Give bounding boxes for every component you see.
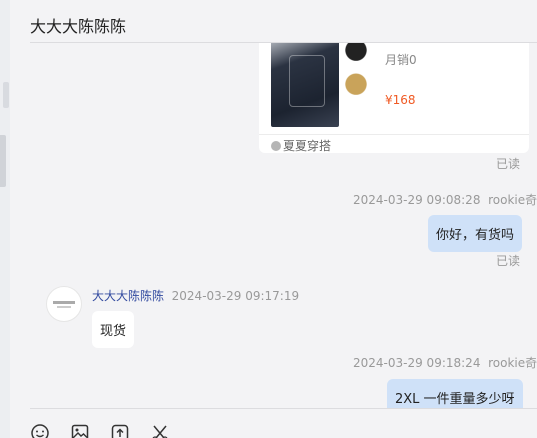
chat-title: 大大大陈陈陈	[30, 17, 127, 36]
message-timestamp: 2024-03-29 09:08:28	[353, 193, 481, 207]
read-receipt: 已读	[496, 157, 521, 171]
product-image[interactable]	[271, 43, 339, 127]
message-timestamp: 2024-03-29 09:18:24	[353, 356, 481, 370]
shop-icon	[271, 141, 281, 151]
message-meta: 2024-03-29 09:18:24 rookie奇	[353, 354, 537, 371]
scissors-icon[interactable]	[150, 423, 170, 438]
card-divider	[259, 134, 529, 135]
input-toolbar	[30, 408, 537, 438]
chat-header: 大大大陈陈陈	[30, 0, 537, 43]
product-price: ¥168	[385, 93, 416, 107]
message-sender: rookie奇	[488, 356, 537, 370]
message-meta: 2024-03-29 09:08:28 rookie奇	[353, 191, 537, 208]
incoming-meta: 大大大陈陈陈 2024-03-29 09:17:19	[92, 287, 299, 304]
upload-icon[interactable]	[110, 423, 130, 438]
avatar-logo-text	[57, 306, 71, 308]
incoming-message-bubble[interactable]: 现货	[92, 311, 135, 348]
message-timestamp: 2024-03-29 09:17:19	[171, 289, 300, 303]
shop-link[interactable]: 夏夏穿搭	[271, 137, 331, 154]
own-message-bubble[interactable]: 你好，有货吗	[428, 215, 523, 252]
own-message-bubble[interactable]: 2XL 一件重量多少呀	[387, 379, 523, 408]
product-thumb-tan[interactable]	[343, 71, 369, 95]
message-sender: rookie奇	[488, 193, 537, 207]
avatar[interactable]	[46, 286, 82, 322]
avatar-logo	[53, 301, 75, 304]
product-sales: 月销0	[385, 53, 417, 67]
product-thumb-black[interactable]	[343, 43, 369, 61]
product-card[interactable]: 月销0 ¥168 夏夏穿搭	[259, 43, 529, 153]
sidebar-scroll-indicator[interactable]	[0, 135, 6, 187]
left-sidebar-edge	[0, 0, 10, 438]
sidebar-handle[interactable]	[3, 82, 9, 108]
message-sender[interactable]: 大大大陈陈陈	[92, 289, 164, 303]
read-receipt: 已读	[496, 254, 521, 268]
emoji-icon[interactable]	[30, 423, 50, 438]
shop-name: 夏夏穿搭	[283, 139, 332, 153]
message-list[interactable]: 月销0 ¥168 夏夏穿搭 已读 2024-03-29 09:08:28 roo…	[30, 43, 537, 408]
image-icon[interactable]	[70, 423, 90, 438]
